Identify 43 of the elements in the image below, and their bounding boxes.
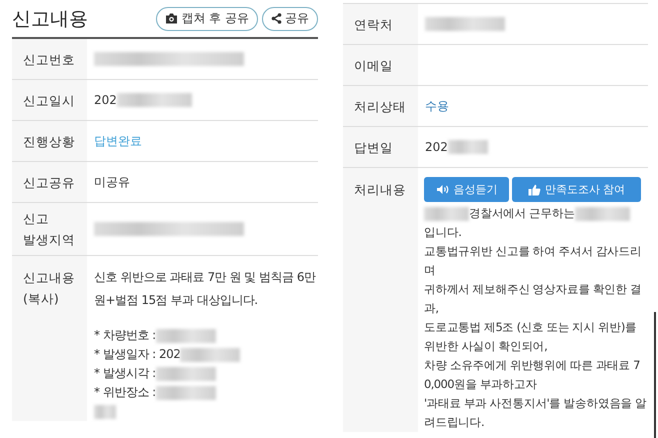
thumbs-up-icon xyxy=(528,184,541,196)
field-label: 신고일시 xyxy=(12,80,87,120)
status-text: 답변완료 xyxy=(94,132,142,150)
body-text: * 발생일자 : 202 xyxy=(94,346,180,363)
body-text: 과, xyxy=(424,301,438,316)
field-label: 진행상황 xyxy=(12,121,87,161)
body-text: 귀하께서 제보해주신 영상자료를 확인한 결 xyxy=(424,282,642,297)
field-label: 이메일 xyxy=(343,45,418,85)
body-text: * 위반장소 : xyxy=(94,384,156,401)
share-icon xyxy=(271,13,282,24)
field-value: 202 xyxy=(94,93,117,107)
body-text: * 발생시각 : xyxy=(94,365,156,382)
section-title: 신고내용 xyxy=(12,6,88,32)
body-text: 며 xyxy=(424,263,436,278)
body-text: 원+벌점 15점 부과 대상입니다. xyxy=(94,292,258,309)
field-label: 답변일 xyxy=(343,127,418,167)
body-text: 도로교통법 제5조 (신호 또는 지시 위반)를 xyxy=(424,320,636,335)
field-value: 미공유 xyxy=(94,174,130,190)
body-text: 위반한 사실이 확인되어, xyxy=(424,339,548,354)
body-text: * 차량번호 : xyxy=(94,327,156,344)
field-label: 연락처 xyxy=(343,4,418,44)
body-text: 신호 위반으로 과태료 7만 원 및 범칙금 6만 xyxy=(94,269,316,286)
camera-icon xyxy=(165,13,178,24)
redacted-blur xyxy=(94,404,116,418)
field-label: 처리내용 xyxy=(343,168,418,432)
body-text: 려드립니다. xyxy=(424,415,484,430)
field-value: 202 xyxy=(425,140,448,154)
field-label: 신고번호 xyxy=(12,39,87,79)
body-text: '과태료 부과 사전통지서'를 발송하였음을 알 xyxy=(424,396,647,411)
field-label: 신고 발생지역 xyxy=(12,203,87,255)
body-text: 경찰서에서 근무하는 xyxy=(469,206,575,221)
scrollbar[interactable] xyxy=(654,312,656,438)
share-button[interactable]: 공유 xyxy=(262,6,318,30)
field-label: 신고내용 (복사) xyxy=(12,256,87,421)
field-label: 처리상태 xyxy=(343,86,418,126)
status-text: 수용 xyxy=(425,98,449,114)
body-text: 교통법규위반 신고를 하여 주셔서 감사드리 xyxy=(424,244,642,259)
capture-share-button[interactable]: 캡쳐 후 공유 xyxy=(156,6,258,30)
body-text: 0,000원을 부과하고자 xyxy=(424,377,537,392)
speaker-icon xyxy=(436,184,450,195)
body-text: 차량 소유주에게 위반행위에 따른 과태료 7 xyxy=(424,358,640,373)
body-text: 입니다. xyxy=(424,225,462,240)
field-label: 신고공유 xyxy=(12,162,87,202)
